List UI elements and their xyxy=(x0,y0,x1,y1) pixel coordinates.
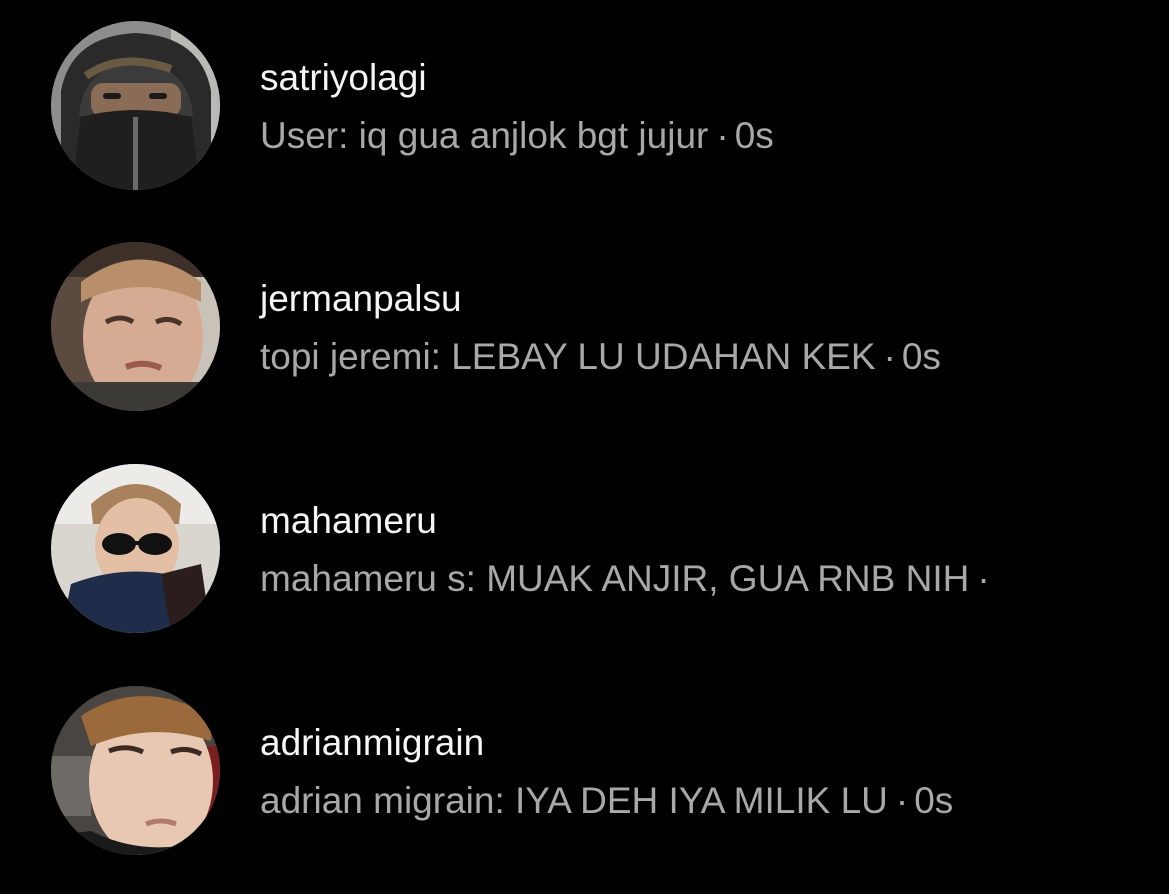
thread-username[interactable]: adrianmigrain xyxy=(260,721,484,765)
thread-row[interactable]: satriyolagi User: iq gua anjlok bgt juju… xyxy=(0,21,1169,221)
message-text: adrian migrain: IYA DEH IYA MILIK LU xyxy=(260,780,888,821)
thread-username[interactable]: mahameru xyxy=(260,499,437,543)
thread-row[interactable]: jermanpalsu topi jeremi: LEBAY LU UDAHAN… xyxy=(0,242,1169,442)
thread-message-preview: topi jeremi: LEBAY LU UDAHAN KEK · 0s xyxy=(260,335,941,379)
thread-username[interactable]: satriyolagi xyxy=(260,56,427,100)
avatar-squinting-face-photo xyxy=(51,242,220,411)
message-time: 0s xyxy=(901,336,941,377)
thread-message-preview: adrian migrain: IYA DEH IYA MILIK LU · 0s xyxy=(260,779,953,823)
thread-username[interactable]: jermanpalsu xyxy=(260,277,462,321)
avatar[interactable] xyxy=(51,464,220,633)
avatar-hooded-jacket-photo xyxy=(51,21,220,190)
thread-message-preview: User: iq gua anjlok bgt jujur · 0s xyxy=(260,114,774,158)
separator-dot: · xyxy=(883,336,896,377)
thread-message-preview: mahameru s: MUAK ANJIR, GUA RNB NIH · xyxy=(260,557,996,601)
avatar[interactable] xyxy=(51,21,220,190)
thread-row[interactable]: adrianmigrain adrian migrain: IYA DEH IY… xyxy=(0,686,1169,886)
message-text: topi jeremi: LEBAY LU UDAHAN KEK xyxy=(260,336,876,377)
message-thread-list: satriyolagi User: iq gua anjlok bgt juju… xyxy=(0,0,1169,894)
message-text: User: iq gua anjlok bgt jujur xyxy=(260,115,709,156)
separator-dot: · xyxy=(977,558,990,599)
message-time: 0s xyxy=(734,115,774,156)
separator-dot: · xyxy=(895,780,909,821)
avatar-closeup-face-photo xyxy=(51,686,220,855)
avatar[interactable] xyxy=(51,686,220,855)
thread-row[interactable]: mahameru mahameru s: MUAK ANJIR, GUA RNB… xyxy=(0,464,1169,664)
message-text: mahameru s: MUAK ANJIR, GUA RNB NIH xyxy=(260,558,970,599)
separator-dot: · xyxy=(716,115,729,156)
message-time: 0s xyxy=(914,780,954,821)
avatar[interactable] xyxy=(51,242,220,411)
avatar-sunglasses-photo xyxy=(51,464,220,633)
